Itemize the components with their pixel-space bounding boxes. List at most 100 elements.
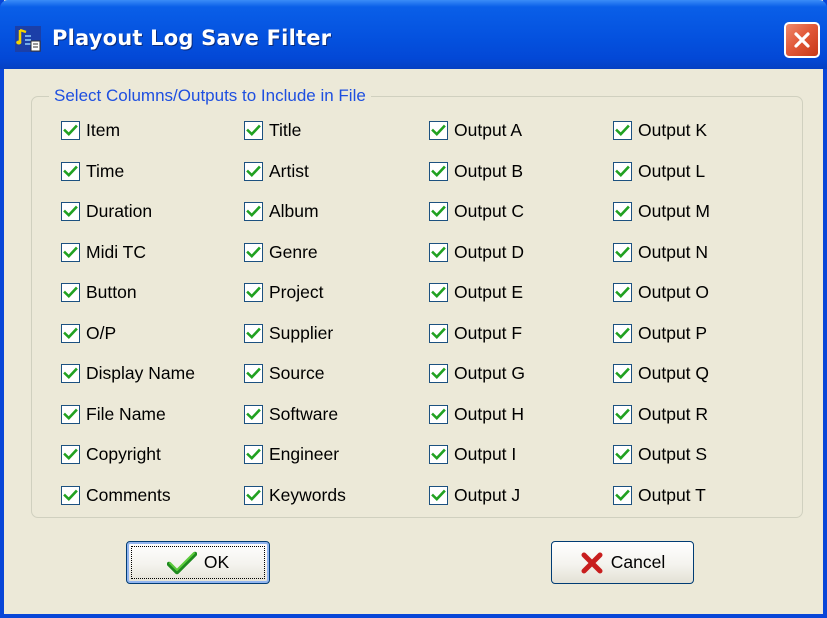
checkbox-box[interactable] — [613, 363, 632, 383]
checkbox-box[interactable] — [613, 485, 632, 505]
checkbox-box[interactable] — [244, 242, 263, 262]
checkbox-output-n[interactable]: Output N — [613, 241, 708, 263]
checkbox-box[interactable] — [429, 120, 448, 140]
checkbox-box[interactable] — [429, 282, 448, 302]
checkbox-project[interactable]: Project — [244, 281, 323, 303]
checkbox-output-d[interactable]: Output D — [429, 241, 524, 263]
checkbox-box[interactable] — [244, 404, 263, 424]
checkbox-output-c[interactable]: Output C — [429, 200, 524, 222]
cancel-button[interactable]: Cancel — [551, 541, 694, 584]
checkbox-engineer[interactable]: Engineer — [244, 443, 339, 465]
check-mark-icon — [63, 246, 78, 258]
checkbox-output-r[interactable]: Output R — [613, 403, 708, 425]
checkbox-box[interactable] — [61, 282, 80, 302]
checkbox-output-s[interactable]: Output S — [613, 443, 707, 465]
checkbox-album[interactable]: Album — [244, 200, 319, 222]
check-mark-icon — [431, 246, 446, 258]
checkbox-comments[interactable]: Comments — [61, 484, 171, 506]
checkbox-source[interactable]: Source — [244, 362, 324, 384]
checkbox-keywords[interactable]: Keywords — [244, 484, 346, 506]
checkbox-output-m[interactable]: Output M — [613, 200, 710, 222]
checkbox-genre[interactable]: Genre — [244, 241, 318, 263]
check-mark-icon — [615, 205, 630, 217]
check-mark-icon — [431, 205, 446, 217]
checkbox-box[interactable] — [244, 161, 263, 181]
checkbox-duration[interactable]: Duration — [61, 200, 152, 222]
checkbox-box[interactable] — [61, 323, 80, 343]
check-mark-icon — [63, 489, 78, 501]
checkbox-box[interactable] — [61, 161, 80, 181]
checkbox-box[interactable] — [613, 444, 632, 464]
checkbox-output-p[interactable]: Output P — [613, 322, 707, 344]
check-mark-icon — [246, 367, 261, 379]
checkbox-box[interactable] — [429, 201, 448, 221]
checkbox-box[interactable] — [429, 404, 448, 424]
ok-button[interactable]: OK — [126, 541, 270, 584]
checkbox-title[interactable]: Title — [244, 119, 301, 141]
checkbox-box[interactable] — [429, 363, 448, 383]
checkbox-box[interactable] — [61, 363, 80, 383]
checkbox-box[interactable] — [244, 485, 263, 505]
checkbox-output-f[interactable]: Output F — [429, 322, 522, 344]
checkbox-output-a[interactable]: Output A — [429, 119, 522, 141]
checkbox-label: Output T — [638, 484, 706, 505]
checkbox-box[interactable] — [244, 444, 263, 464]
checkbox-label: Button — [86, 281, 137, 302]
checkbox-box[interactable] — [61, 120, 80, 140]
checkbox-box[interactable] — [61, 201, 80, 221]
checkbox-button[interactable]: Button — [61, 281, 137, 303]
checkbox-box[interactable] — [613, 242, 632, 262]
checkbox-box[interactable] — [613, 201, 632, 221]
checkbox-box[interactable] — [61, 444, 80, 464]
checkbox-box[interactable] — [613, 404, 632, 424]
checkbox-supplier[interactable]: Supplier — [244, 322, 333, 344]
close-button[interactable] — [784, 22, 820, 58]
checkbox-output-j[interactable]: Output J — [429, 484, 520, 506]
checkbox-output-b[interactable]: Output B — [429, 160, 523, 182]
checkbox-box[interactable] — [244, 363, 263, 383]
checkbox-output-t[interactable]: Output T — [613, 484, 706, 506]
checkbox-box[interactable] — [61, 404, 80, 424]
checkbox-box[interactable] — [613, 282, 632, 302]
checkbox-output-q[interactable]: Output Q — [613, 362, 709, 384]
title-bar[interactable]: Playout Log Save Filter — [0, 0, 827, 69]
checkbox-box[interactable] — [613, 161, 632, 181]
checkbox-display-name[interactable]: Display Name — [61, 362, 195, 384]
checkbox-item[interactable]: Item — [61, 119, 120, 141]
checkbox-software[interactable]: Software — [244, 403, 338, 425]
checkbox-output-i[interactable]: Output I — [429, 443, 516, 465]
checkmark-icon — [166, 551, 197, 574]
checkbox-box[interactable] — [429, 485, 448, 505]
checkbox-box[interactable] — [61, 242, 80, 262]
checkbox-box[interactable] — [429, 161, 448, 181]
checkbox-box[interactable] — [244, 282, 263, 302]
checkbox-box[interactable] — [429, 242, 448, 262]
checkbox-file-name[interactable]: File Name — [61, 403, 166, 425]
checkbox-output-h[interactable]: Output H — [429, 403, 524, 425]
checkbox-artist[interactable]: Artist — [244, 160, 309, 182]
checkbox-label: Output I — [454, 443, 517, 464]
checkbox-box[interactable] — [244, 323, 263, 343]
check-mark-icon — [431, 165, 446, 177]
checkbox-box[interactable] — [244, 201, 263, 221]
checkbox-output-o[interactable]: Output O — [613, 281, 709, 303]
checkbox-o-p[interactable]: O/P — [61, 322, 116, 344]
checkbox-box[interactable] — [244, 120, 263, 140]
checkbox-label: File Name — [86, 403, 166, 424]
checkbox-copyright[interactable]: Copyright — [61, 443, 161, 465]
checkbox-box[interactable] — [429, 444, 448, 464]
checkbox-box[interactable] — [613, 120, 632, 140]
checkbox-label: Engineer — [269, 443, 340, 464]
checkbox-label: Output H — [454, 403, 525, 424]
check-mark-icon — [63, 205, 78, 217]
checkbox-midi-tc[interactable]: Midi TC — [61, 241, 146, 263]
checkbox-output-e[interactable]: Output E — [429, 281, 523, 303]
checkbox-output-k[interactable]: Output K — [613, 119, 707, 141]
checkbox-box[interactable] — [61, 485, 80, 505]
checkbox-output-g[interactable]: Output G — [429, 362, 525, 384]
checkbox-time[interactable]: Time — [61, 160, 124, 182]
checkbox-box[interactable] — [429, 323, 448, 343]
checkbox-output-l[interactable]: Output L — [613, 160, 705, 182]
check-mark-icon — [246, 408, 261, 420]
checkbox-box[interactable] — [613, 323, 632, 343]
